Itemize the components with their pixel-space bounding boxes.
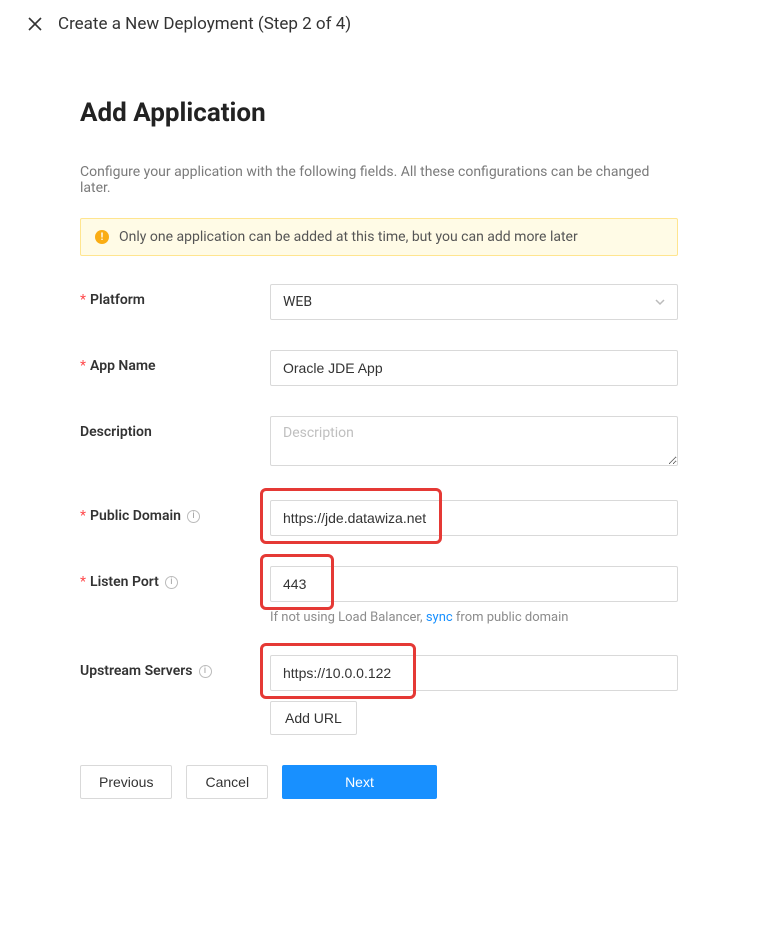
platform-value: WEB [283, 294, 312, 310]
alert-banner: ! Only one application can be added at t… [80, 218, 678, 256]
listen-port-input[interactable] [270, 566, 678, 602]
cancel-button[interactable]: Cancel [186, 765, 268, 799]
next-button[interactable]: Next [282, 765, 437, 799]
info-icon[interactable]: i [187, 510, 200, 523]
listen-port-hint: If not using Load Balancer, sync from pu… [270, 610, 678, 625]
description-textarea[interactable] [270, 416, 678, 466]
info-icon[interactable]: i [199, 665, 212, 678]
app-name-input[interactable] [270, 350, 678, 386]
info-icon: ! [95, 230, 109, 244]
upstream-servers-label: Upstream Servers i [80, 655, 270, 679]
public-domain-label: * Public Domain i [80, 500, 270, 524]
public-domain-input[interactable] [270, 500, 678, 536]
add-url-button[interactable]: Add URL [270, 701, 357, 735]
previous-button[interactable]: Previous [80, 765, 172, 799]
chevron-down-icon [655, 297, 665, 307]
page-title: Add Application [80, 98, 678, 128]
listen-port-label: * Listen Port i [80, 566, 270, 590]
platform-select[interactable]: WEB [270, 284, 678, 320]
sync-link[interactable]: sync [426, 610, 453, 625]
description-label: Description [80, 416, 270, 440]
header-title: Create a New Deployment (Step 2 of 4) [58, 14, 351, 34]
platform-label: * Platform [80, 284, 270, 308]
info-icon[interactable]: i [165, 576, 178, 589]
page-intro: Configure your application with the foll… [80, 164, 678, 196]
app-name-label: * App Name [80, 350, 270, 374]
close-icon[interactable] [28, 17, 42, 31]
upstream-server-input[interactable] [270, 655, 678, 691]
alert-text: Only one application can be added at thi… [119, 229, 578, 245]
